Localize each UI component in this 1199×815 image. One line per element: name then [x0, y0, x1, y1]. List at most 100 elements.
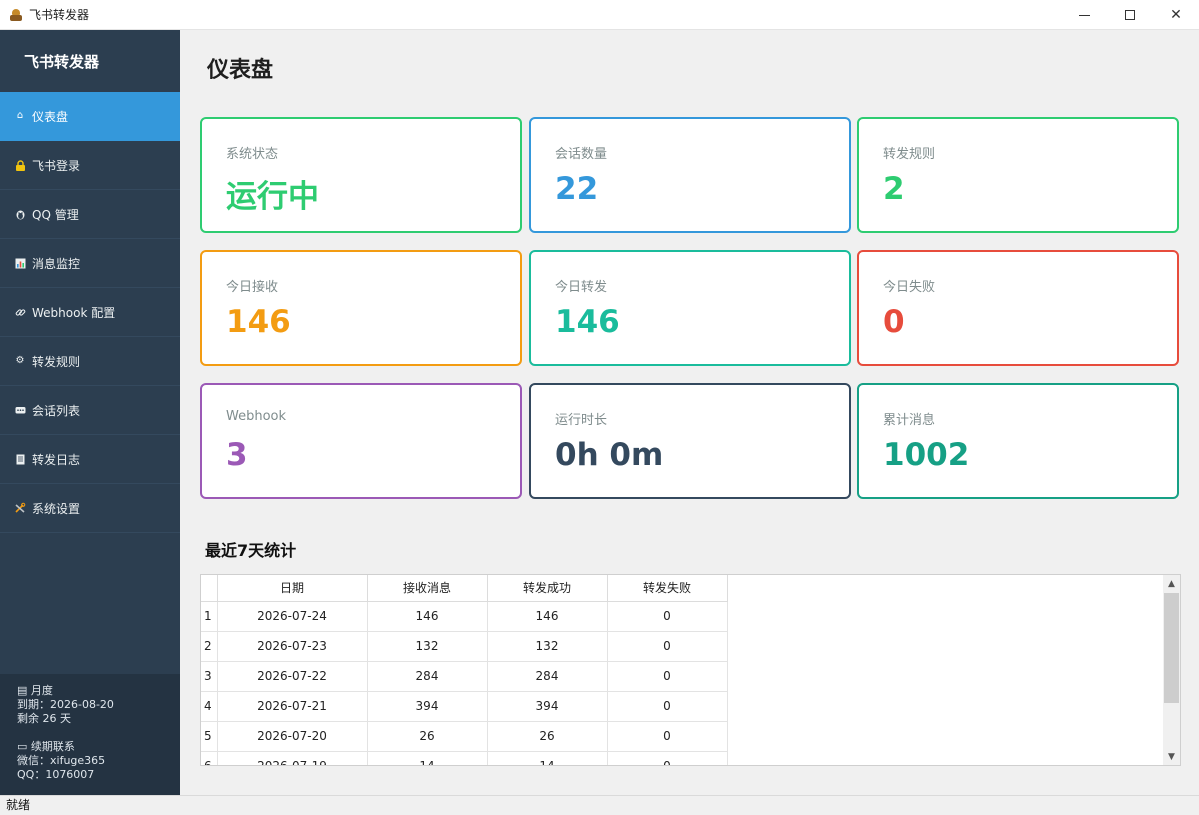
- stats-section-title: 最近7天统计: [205, 541, 297, 560]
- card-today-forwarded: 今日转发 146: [529, 250, 851, 366]
- cell-failed: 0: [607, 631, 728, 662]
- sidebar-item-session-list[interactable]: 会话列表: [0, 386, 180, 435]
- cell-received: 284: [367, 661, 488, 692]
- column-header-received[interactable]: 接收消息: [367, 575, 488, 602]
- window-title: 飞书转发器: [29, 8, 90, 22]
- chevron-down-icon: ▼: [1168, 751, 1175, 762]
- table-row[interactable]: 3 2026-07-22 284 284 0: [201, 661, 728, 692]
- card-session-count: 会话数量 22: [529, 117, 851, 233]
- table-vertical-scrollbar[interactable]: ▲ ▼: [1163, 575, 1180, 765]
- scroll-down-button[interactable]: ▼: [1163, 748, 1180, 765]
- card-label: 转发规则: [883, 147, 936, 162]
- table-row[interactable]: 4 2026-07-21 394 394 0: [201, 691, 728, 722]
- sidebar-item-qq-manage[interactable]: QQ 管理: [0, 190, 180, 239]
- scroll-up-button[interactable]: ▲: [1163, 575, 1180, 592]
- cell-date: 2026-07-22: [217, 661, 368, 692]
- link-icon: [14, 306, 26, 318]
- card-label: Webhook: [226, 409, 287, 424]
- card-label: 今日转发: [555, 280, 608, 295]
- card-value: 146: [226, 304, 291, 340]
- table-row[interactable]: 1 2026-07-24 146 146 0: [201, 601, 728, 632]
- sidebar-item-webhook-config[interactable]: Webhook 配置: [0, 288, 180, 337]
- sidebar-item-forward-log[interactable]: 转发日志: [0, 435, 180, 484]
- contact-title: ▭ 续期联系: [17, 740, 180, 754]
- lock-icon: [14, 159, 26, 171]
- note-icon: ▤: [17, 684, 28, 697]
- license-plan-label: 月度: [30, 684, 53, 697]
- sidebar-item-message-monitor[interactable]: 消息监控: [0, 239, 180, 288]
- card-system-status: 系统状态 运行中: [200, 117, 522, 233]
- sidebar-item-label: Webhook 配置: [32, 305, 116, 320]
- status-bar: 就绪: [0, 795, 1199, 815]
- cell-received: 394: [367, 691, 488, 722]
- tools-icon: [14, 502, 26, 514]
- cell-date: 2026-07-21: [217, 691, 368, 722]
- sidebar-item-label: 飞书登录: [32, 158, 81, 173]
- row-number: 6: [201, 751, 218, 765]
- sidebar-item-label: 系统设置: [32, 501, 81, 516]
- card-webhook: Webhook 3: [200, 383, 522, 499]
- cell-failed: 0: [607, 691, 728, 722]
- maximize-button[interactable]: [1107, 0, 1153, 30]
- contact-qq: QQ：1076007: [17, 768, 95, 781]
- stats-table[interactable]: 日期 接收消息 转发成功 转发失败 1 2026-07-24 146 146 0…: [200, 574, 1181, 766]
- row-number: 5: [201, 721, 218, 752]
- card-total-messages: 累计消息 1002: [857, 383, 1179, 499]
- minimize-button[interactable]: [1061, 0, 1107, 30]
- license-expire: 到期：2026-08-20: [17, 698, 114, 711]
- chat-icon: ▭: [17, 740, 28, 753]
- sidebar-item-label: 转发规则: [32, 354, 81, 369]
- card-label: 今日失败: [883, 280, 936, 295]
- cell-received: 14: [367, 751, 488, 765]
- sidebar-item-forward-rules[interactable]: ⚙ 转发规则: [0, 337, 180, 386]
- log-icon: [14, 453, 26, 465]
- penguin-icon: [14, 208, 26, 220]
- card-value: 2: [883, 171, 905, 207]
- contact-title-label: 续期联系: [30, 740, 75, 753]
- stats-table-grid: 日期 接收消息 转发成功 转发失败 1 2026-07-24 146 146 0…: [201, 575, 728, 765]
- table-row[interactable]: 5 2026-07-20 26 26 0: [201, 721, 728, 752]
- table-header-row: 日期 接收消息 转发成功 转发失败: [201, 575, 728, 602]
- table-corner: [201, 575, 218, 602]
- card-today-failed: 今日失败 0: [857, 250, 1179, 366]
- cell-failed: 0: [607, 751, 728, 765]
- column-header-date[interactable]: 日期: [217, 575, 368, 602]
- column-header-failed[interactable]: 转发失败: [607, 575, 728, 602]
- cell-received: 146: [367, 601, 488, 632]
- close-button[interactable]: ✕: [1153, 0, 1199, 30]
- sidebar-item-feishu-login[interactable]: 飞书登录: [0, 141, 180, 190]
- license-info: ▤ 月度 到期：2026-08-20 剩余 26 天 ▭ 续期联系 微信：xif…: [0, 674, 180, 795]
- sidebar-item-dashboard[interactable]: ⌂ 仪表盘: [0, 92, 180, 141]
- cell-forwarded: 26: [487, 721, 608, 752]
- license-plan: ▤ 月度: [17, 684, 180, 698]
- table-row[interactable]: 6 2026-07-19 14 14 0: [201, 751, 728, 765]
- cell-received: 132: [367, 631, 488, 662]
- close-icon: ✕: [1170, 7, 1182, 23]
- gear-icon: ⚙: [15, 355, 25, 366]
- row-number: 4: [201, 691, 218, 722]
- card-value: 0h 0m: [555, 437, 664, 473]
- row-number: 2: [201, 631, 218, 662]
- cell-failed: 0: [607, 661, 728, 692]
- card-label: 会话数量: [555, 147, 608, 162]
- table-row[interactable]: 2 2026-07-23 132 132 0: [201, 631, 728, 662]
- scroll-thumb[interactable]: [1164, 593, 1179, 703]
- card-label: 运行时长: [555, 413, 608, 428]
- card-today-received: 今日接收 146: [200, 250, 522, 366]
- maximize-icon: [1125, 10, 1135, 20]
- sidebar-item-system-settings[interactable]: 系统设置: [0, 484, 180, 533]
- card-value: 运行中: [226, 179, 319, 215]
- cell-date: 2026-07-19: [217, 751, 368, 765]
- cell-forwarded: 132: [487, 631, 608, 662]
- card-value: 0: [883, 304, 905, 340]
- card-label: 系统状态: [226, 147, 279, 162]
- column-header-forwarded[interactable]: 转发成功: [487, 575, 608, 602]
- cell-forwarded: 146: [487, 601, 608, 632]
- contact-wechat: 微信：xifuge365: [17, 754, 106, 767]
- sidebar-item-label: 转发日志: [32, 452, 81, 467]
- chat-icon: [14, 404, 26, 416]
- page-title: 仪表盘: [207, 58, 274, 83]
- card-value: 146: [555, 304, 620, 340]
- cell-received: 26: [367, 721, 488, 752]
- cell-forwarded: 394: [487, 691, 608, 722]
